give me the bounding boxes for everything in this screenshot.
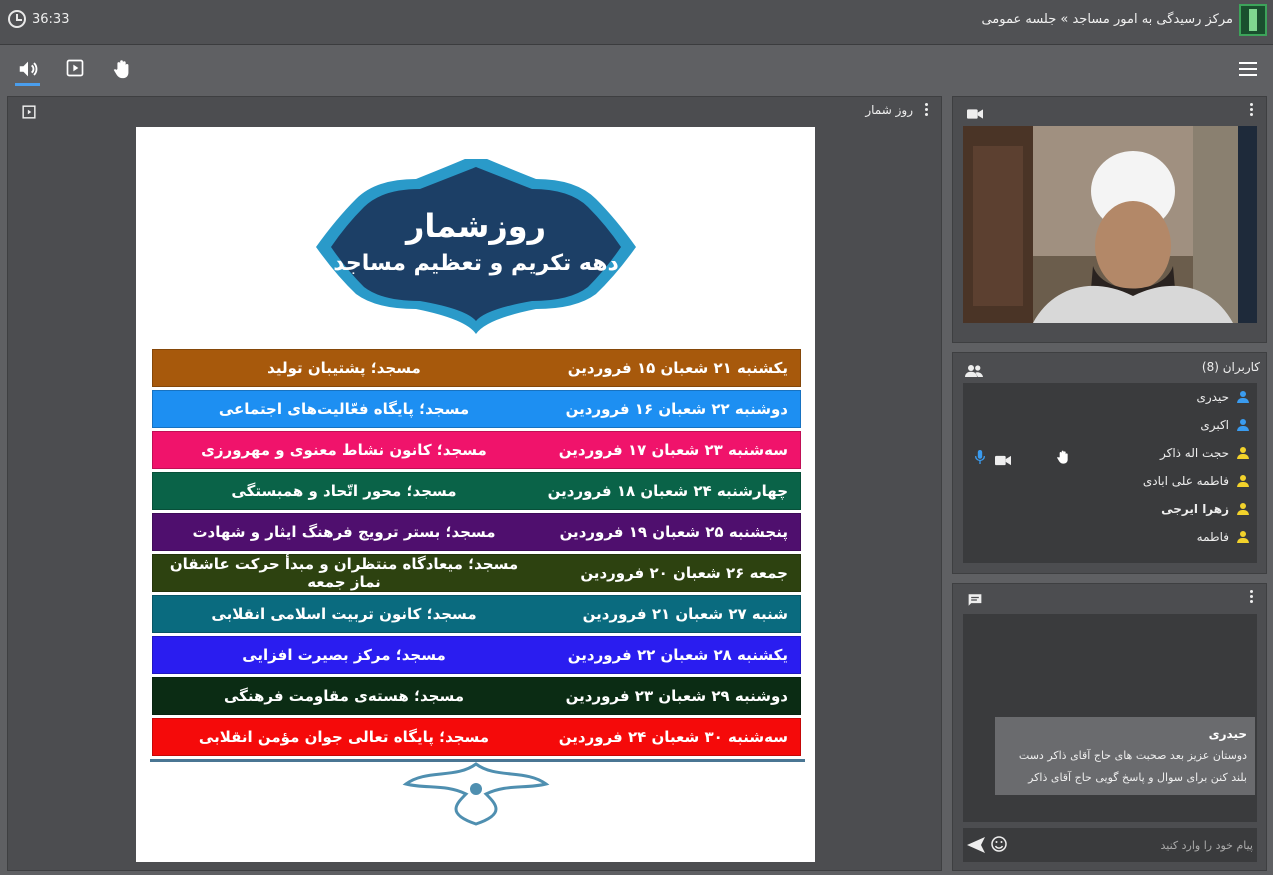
schedule-date: یکشنبه ۲۸ شعبان ۲۲ فروردین	[567, 646, 788, 664]
page-title: مرکز رسیدگی به امور مساجد » جلسه عمومی	[981, 12, 1233, 27]
schedule-topic: مسجد؛ پایگاه تعالی جوان مؤمن انقلابی	[198, 728, 490, 746]
chat-panel: حیدری دوستان عزیز بعد صحبت های حاج آقای …	[952, 583, 1267, 871]
schedule-date: یکشنبه ۲۱ شعبان ۱۵ فروردین	[567, 359, 788, 377]
slide-subheading: دهه تکریم و تعظیم مساجد	[333, 251, 619, 276]
raise-hand-icon[interactable]	[110, 58, 134, 82]
speaker-icon[interactable]	[16, 58, 40, 82]
hamburger-menu-icon[interactable]	[1239, 62, 1257, 76]
schedule-date: دوشنبه ۲۹ شعبان ۲۳ فروردین	[565, 687, 788, 705]
slide-badge	[316, 159, 636, 334]
user-icon	[1237, 475, 1249, 487]
timer-value: 36:33	[32, 11, 70, 27]
schedule-topic: مسجد؛ هسته‌ی مقاومت فرهنگی	[223, 687, 465, 705]
user-list-item[interactable]: زهرا ایرجی	[1161, 498, 1249, 520]
schedule-row: جمعه ۲۶ شعبان ۲۰ فروردین مسجد؛ میعادگاه م…	[152, 554, 801, 592]
user-name: فاطمه علی ابادی	[1142, 474, 1229, 488]
app-logo	[1239, 4, 1267, 36]
schedule-topic: مسجد؛ محور اتّحاد و همبستگی	[231, 482, 457, 500]
schedule-topic: مسجد؛ پشتیبان تولید	[267, 359, 421, 377]
schedule-topic: مسجد؛ مرکز بصیرت افزایی	[242, 646, 446, 664]
user-icon	[1237, 531, 1249, 543]
users-icon	[965, 362, 983, 381]
presentation-panel: روز شمار روزشمار دهه تکریم و تعظیم مساجد…	[7, 96, 942, 871]
send-icon[interactable]	[967, 837, 985, 857]
presentation-mode-icon[interactable]	[22, 104, 36, 123]
schedule-topic: مسجد؛ کانون نشاط معنوی و مهرورزی	[201, 441, 487, 459]
ornament-graphic	[402, 762, 550, 826]
user-list-item[interactable]: فاطمه علی ابادی	[1143, 470, 1249, 492]
schedule-row: یکشنبه ۲۸ شعبان ۲۲ فروردین مسجد؛ مرکز بصی…	[152, 636, 801, 674]
presentation-title: روز شمار	[865, 103, 913, 117]
users-title: کاربران (8)	[1201, 360, 1260, 374]
user-name: حیدری	[1196, 390, 1229, 404]
chat-input[interactable]	[1013, 832, 1253, 858]
slide: روزشمار دهه تکریم و تعظیم مساجد یکشنبه ۲…	[136, 127, 815, 862]
user-name: زهرا ایرجی	[1161, 502, 1229, 516]
chat-messages: حیدری دوستان عزیز بعد صحبت های حاج آقای …	[963, 614, 1257, 822]
user-list-item[interactable]: اکبری	[1200, 414, 1249, 436]
users-panel: کاربران (8) حیدری اکبری حجت اله ذاکر فاطمه …	[952, 352, 1267, 574]
session-timer: 36:33	[8, 10, 69, 28]
user-icon	[1237, 447, 1249, 459]
schedule-date: شنبه ۲۷ شعبان ۲۱ فروردین	[582, 605, 788, 623]
top-bar: مرکز رسیدگی به امور مساجد » جلسه عمومی 3…	[0, 0, 1273, 45]
schedule-topic: مسجد؛ بستر ترویج فرهنگ ایثار و شهادت	[192, 523, 496, 541]
camera-options-icon[interactable]	[1250, 103, 1254, 117]
chat-input-bar	[963, 828, 1257, 862]
schedule-row: یکشنبه ۲۱ شعبان ۱۵ فروردین مسجد؛ پشتیبان …	[152, 349, 801, 387]
emoji-icon[interactable]	[991, 836, 1007, 856]
user-camera-icon[interactable]	[995, 451, 1011, 470]
toolbar	[0, 46, 1273, 92]
screen-share-icon[interactable]	[63, 58, 87, 82]
user-name: فاطمه	[1196, 530, 1229, 544]
chat-icon	[967, 592, 983, 611]
chat-options-icon[interactable]	[1250, 590, 1254, 604]
presentation-options-icon[interactable]	[925, 103, 929, 117]
user-list-item[interactable]: حجت اله ذاکر	[1160, 442, 1249, 464]
microphone-icon[interactable]	[974, 449, 986, 468]
schedule-row: دوشنبه ۲۹ شعبان ۲۳ فروردین مسجد؛ هسته‌ی م…	[152, 677, 801, 715]
schedule-row: شنبه ۲۷ شعبان ۲۱ فروردین مسجد؛ کانون تربی…	[152, 595, 801, 633]
schedule-row: سه‌شنبه ۳۰ شعبان ۲۴ فروردین مسجد؛ پایگاه …	[152, 718, 801, 756]
active-indicator	[15, 83, 40, 86]
clock-icon	[8, 10, 26, 28]
schedule-date: جمعه ۲۶ شعبان ۲۰ فروردین	[580, 564, 788, 582]
user-name: حجت اله ذاکر	[1159, 446, 1229, 460]
schedule-row: سه‌شنبه ۲۳ شعبان ۱۷ فروردین مسجد؛ کانون ن…	[152, 431, 801, 469]
chat-message: حیدری دوستان عزیز بعد صحبت های حاج آقای …	[995, 717, 1255, 795]
user-icon	[1237, 503, 1249, 515]
schedule-date: سه‌شنبه ۲۳ شعبان ۱۷ فروردین	[558, 441, 788, 459]
user-list: حیدری اکبری حجت اله ذاکر فاطمه علی ابادی زهر…	[963, 383, 1257, 563]
user-icon	[1237, 391, 1249, 403]
schedule-date: پنجشنبه ۲۵ شعبان ۱۹ فروردین	[559, 523, 788, 541]
schedule-date: سه‌شنبه ۳۰ شعبان ۲۴ فروردین	[558, 728, 788, 746]
schedule-topic: مسجد؛ میعادگاه منتظران و مبدأ حرکت عاشقا…	[169, 555, 519, 591]
user-icon	[1237, 419, 1249, 431]
schedule-topic: مسجد؛ کانون تربیت اسلامی انقلابی	[211, 605, 477, 623]
user-list-item[interactable]: حیدری	[1196, 386, 1249, 408]
schedule-row: دوشنبه ۲۲ شعبان ۱۶ فروردین مسجد؛ پایگاه ف…	[152, 390, 801, 428]
schedule-date: دوشنبه ۲۲ شعبان ۱۶ فروردین	[565, 400, 788, 418]
schedule-date: چهارشنبه ۲۴ شعبان ۱۸ فروردین	[547, 482, 788, 500]
schedule-row: چهارشنبه ۲۴ شعبان ۱۸ فروردین مسجد؛ محور ا…	[152, 472, 801, 510]
user-name: اکبری	[1200, 418, 1229, 432]
message-text: دوستان عزیز بعد صحبت های حاج آقای ذاکر د…	[1018, 749, 1247, 784]
schedule-row: پنجشنبه ۲۵ شعبان ۱۹ فروردین مسجد؛ بستر تر…	[152, 513, 801, 551]
message-author: حیدری	[1208, 727, 1247, 741]
slide-heading: روزشمار	[405, 207, 547, 245]
user-list-item[interactable]: فاطمه	[1197, 526, 1249, 548]
video-feed	[963, 126, 1257, 323]
user-raised-hand-icon	[1055, 449, 1071, 469]
schedule-topic: مسجد؛ پایگاه فعّالیت‌های اجتماعی	[218, 400, 470, 418]
video-camera-icon	[967, 105, 983, 124]
camera-panel	[952, 96, 1267, 343]
